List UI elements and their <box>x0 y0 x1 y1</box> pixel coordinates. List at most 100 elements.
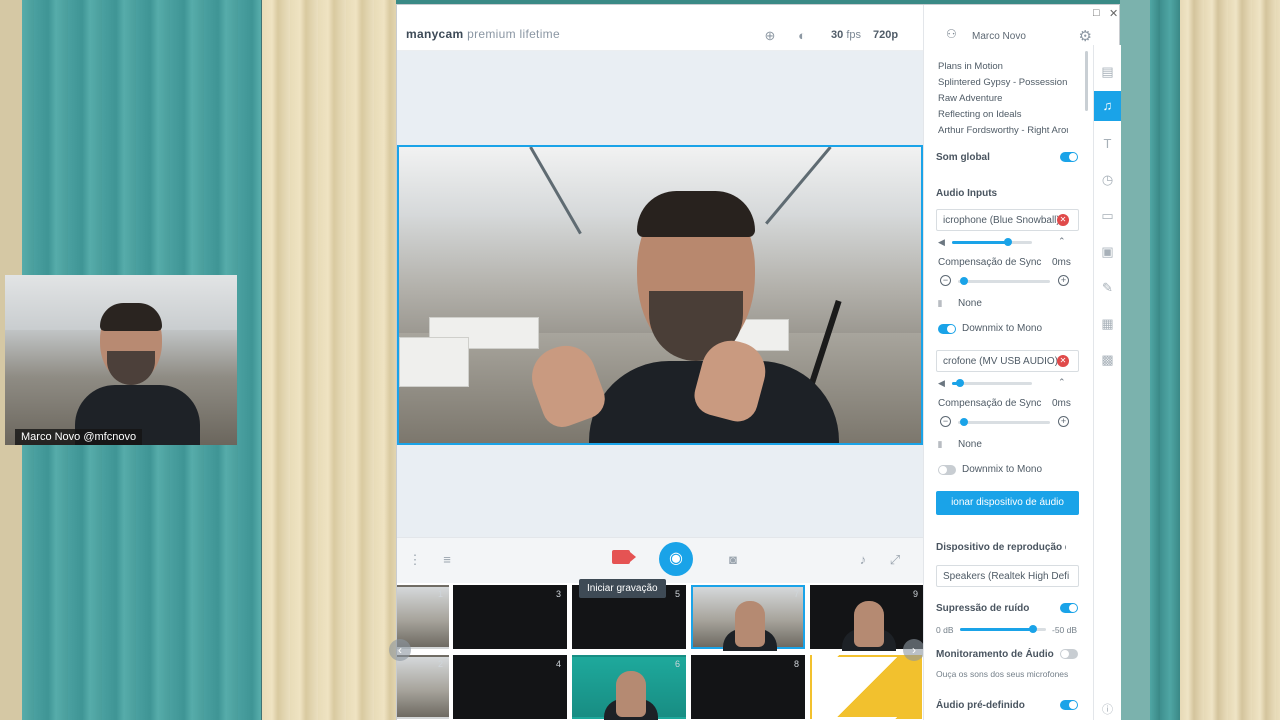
source-thumbnail[interactable] <box>810 655 923 719</box>
lower-thirds-tab-icon[interactable]: ▭ <box>1094 201 1121 231</box>
draw-tab-icon[interactable]: ✎ <box>1094 273 1121 303</box>
top-toolbar: manycam premium lifetime ⊕ ◐ 30 fps 720p <box>397 5 923 51</box>
noise-min-label: 0 dB <box>936 625 954 635</box>
playlist-track[interactable]: Splintered Gypsy - Possession <box>938 77 1068 88</box>
playlist-track[interactable]: Raw Adventure <box>938 93 1068 104</box>
sync-label: Compensação de Sync <box>938 398 1042 409</box>
clock-tab-icon[interactable]: ◷ <box>1094 165 1121 195</box>
remove-input-2-icon[interactable]: ✕ <box>1057 355 1069 367</box>
side-tab-bar: ▤ ♫ T ◷ ▭ ▣ ✎ ▦ ▩ ⓘ <box>1093 45 1121 720</box>
wood-plank <box>1120 0 1150 720</box>
preset-audio-toggle[interactable] <box>1060 700 1078 710</box>
user-name[interactable]: Marco Novo <box>972 31 1026 42</box>
hair <box>100 303 162 331</box>
sync-decrease-icon[interactable]: − <box>940 416 951 427</box>
presets-tab-icon[interactable]: ▤ <box>1094 57 1121 87</box>
scroll-left-arrow-icon[interactable]: ‹ <box>389 639 411 661</box>
slider-fill <box>952 241 1008 244</box>
noise-level-slider[interactable] <box>960 625 1046 633</box>
playlist-track[interactable]: Plans in Motion <box>938 61 1068 72</box>
audio-monitoring-toggle[interactable] <box>1060 649 1078 659</box>
slider-knob[interactable] <box>960 418 968 426</box>
playback-device-name: Speakers (Realtek High Defi <box>943 571 1070 582</box>
preview-area <box>397 51 923 537</box>
source-thumbnail[interactable]: 9 <box>810 585 923 651</box>
gear-icon[interactable]: ⚙ <box>1079 27 1092 45</box>
scroll-right-arrow-icon[interactable]: › <box>903 639 925 661</box>
audio-effect-value[interactable]: None <box>958 439 982 450</box>
sync-decrease-icon[interactable]: − <box>940 275 951 286</box>
record-video-icon[interactable] <box>612 550 636 564</box>
sync-increase-icon[interactable]: + <box>1058 275 1069 286</box>
source-thumbnail[interactable]: 2 <box>397 655 449 719</box>
sync-slider[interactable] <box>958 418 1050 426</box>
beard <box>107 351 155 385</box>
add-audio-device-button[interactable]: ionar dispositivo de áudio <box>936 491 1079 515</box>
fullscreen-icon[interactable]: ⤢ <box>887 552 903 568</box>
source-thumbnail[interactable]: 4 <box>453 655 567 719</box>
text-tab-icon[interactable]: T <box>1094 129 1121 159</box>
brand-name: manycam <box>406 27 464 41</box>
thumbnail-number: 4 <box>555 659 561 669</box>
info-tab-icon[interactable]: ⓘ <box>1094 695 1121 720</box>
downmix-toggle-1[interactable] <box>938 324 956 334</box>
sync-slider[interactable] <box>958 277 1050 285</box>
brightness-icon[interactable]: ◐ <box>795 29 809 43</box>
global-sound-toggle[interactable] <box>1060 152 1078 162</box>
collapse-chevron-icon[interactable]: ⌃ <box>1058 236 1066 247</box>
close-button[interactable]: ✕ <box>1109 7 1118 20</box>
source-thumbnail[interactable]: 3 <box>453 585 567 649</box>
fps-selector[interactable]: 30 fps <box>831 29 861 41</box>
main-video-preview[interactable] <box>397 145 923 445</box>
audio-effect-value[interactable]: None <box>958 298 982 309</box>
thumbnail-number: 6 <box>674 659 680 669</box>
snapshot-camera-icon[interactable]: ◙ <box>725 552 741 567</box>
source-thumbnail[interactable]: 6 <box>572 655 686 720</box>
slider-knob[interactable] <box>1029 625 1038 633</box>
playlist-track[interactable]: Arthur Fordsworthy - Right Arou <box>938 125 1068 136</box>
source-thumbnail-selected[interactable]: 7 <box>691 585 805 651</box>
widgets-tab-icon[interactable]: ▩ <box>1094 345 1121 375</box>
sync-value: 0ms <box>1052 257 1071 268</box>
control-bar: ⋮ ≡ ◉ ◙ ♪ ⤢ Iniciar gravação <box>397 537 923 598</box>
account-icon[interactable]: ⚇ <box>946 27 957 41</box>
microphone-icon[interactable]: ♪ <box>855 552 871 567</box>
audio-monitoring-description: Ouça os sons dos seus microfones <box>936 669 1069 679</box>
record-tooltip: Iniciar gravação <box>579 579 666 598</box>
thumbnail-number: 5 <box>674 589 680 599</box>
collapse-chevron-icon[interactable]: ⌃ <box>1058 377 1066 388</box>
more-options-icon[interactable]: ⋮ <box>407 552 423 568</box>
noise-suppression-toggle[interactable] <box>1060 603 1078 613</box>
slider-knob[interactable] <box>1004 238 1012 246</box>
playlist-icon[interactable]: ≡ <box>439 552 455 567</box>
slider-knob[interactable] <box>960 277 968 285</box>
input-1-volume-slider[interactable] <box>952 238 1032 246</box>
remove-input-1-icon[interactable]: ✕ <box>1057 214 1069 226</box>
preset-audio-label: Áudio pré-definido <box>936 700 1025 711</box>
slider-knob[interactable] <box>956 379 964 387</box>
wood-plank <box>1180 0 1280 720</box>
brand-edition: premium lifetime <box>467 27 560 41</box>
source-thumbnail[interactable]: 8 <box>691 655 805 719</box>
sync-increase-icon[interactable]: + <box>1058 416 1069 427</box>
layers-tab-icon[interactable]: ▦ <box>1094 309 1121 339</box>
presenter-head <box>735 601 765 647</box>
input-2-volume-slider[interactable] <box>952 379 1032 387</box>
presenter-head <box>854 601 884 647</box>
maximize-button[interactable]: □ <box>1093 7 1100 19</box>
noise-max-label: -50 dB <box>1052 625 1078 635</box>
audio-input-device-name: crofone (MV USB AUDIO) <box>943 356 1059 367</box>
resolution-selector[interactable]: 720p <box>873 29 898 41</box>
zoom-icon[interactable]: ⊕ <box>763 29 777 43</box>
downmix-label: Downmix to Mono <box>962 464 1043 475</box>
playlist-track[interactable]: Reflecting on Ideals <box>938 109 1068 120</box>
go-live-button[interactable]: ◉ <box>659 542 693 576</box>
audio-tab-icon[interactable]: ♫ <box>1094 91 1121 121</box>
downmix-toggle-2[interactable] <box>938 465 956 475</box>
panel-scrollbar[interactable] <box>1085 51 1088 111</box>
presenter-figure <box>75 303 200 445</box>
chat-tab-icon[interactable]: ▣ <box>1094 237 1121 267</box>
volume-icon: ◀ <box>938 237 945 247</box>
playback-device-select[interactable]: Speakers (Realtek High Defi <box>936 565 1079 587</box>
fps-unit: fps <box>846 29 861 41</box>
